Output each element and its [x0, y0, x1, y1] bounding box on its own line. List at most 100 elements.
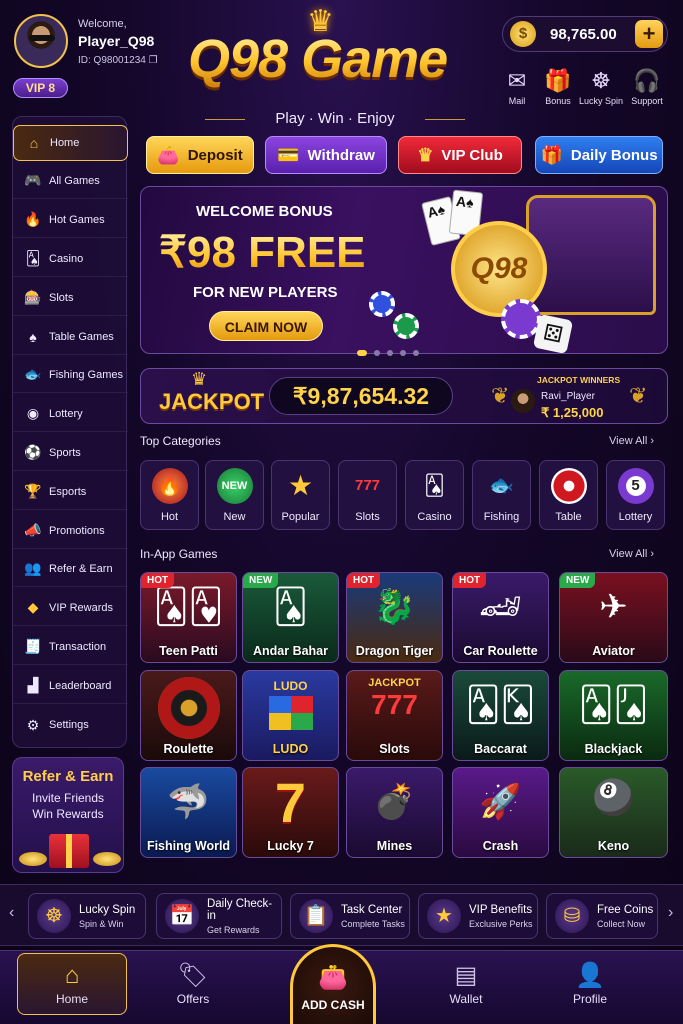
- game-baccarat[interactable]: 🂡🂮 Baccarat: [452, 670, 549, 761]
- category-lottery[interactable]: 5 Lottery: [606, 460, 665, 530]
- calendar-icon: 📅: [165, 899, 199, 933]
- poker-chip-icon: [369, 291, 395, 317]
- refer-earn-card[interactable]: Refer & Earn Invite Friends Win Rewards: [12, 757, 124, 873]
- game-aviator[interactable]: ✈ NEW Aviator: [559, 572, 668, 663]
- promo-task-center[interactable]: 📋 Task Center Complete Tasks: [290, 893, 410, 939]
- game-crash[interactable]: 🚀 Crash: [452, 767, 549, 858]
- add-cash-button[interactable]: 👛 ADD CASH: [290, 944, 376, 1024]
- roulette-icon: [550, 468, 587, 504]
- page-dot[interactable]: [400, 350, 406, 356]
- banner-subheading: FOR NEW PLAYERS: [193, 284, 338, 301]
- poker-chip-icon: [393, 313, 419, 339]
- sidebar-item-settings[interactable]: ⚙ Settings: [13, 707, 128, 743]
- category-popular[interactable]: ★ Popular: [271, 460, 330, 530]
- avatar[interactable]: [14, 14, 68, 68]
- page-dot[interactable]: [387, 350, 393, 356]
- game-fishing-world[interactable]: 🦈 Fishing World: [140, 767, 237, 858]
- badge-new: NEW: [243, 573, 279, 588]
- bomb-icon: 💣: [373, 783, 416, 821]
- home-icon: ⌂: [29, 135, 39, 151]
- sidebar-item-lottery[interactable]: ◉ Lottery: [13, 396, 128, 432]
- sidebar-item-sports[interactable]: ⚽ Sports: [13, 435, 128, 471]
- game-roulette[interactable]: Roulette: [140, 670, 237, 761]
- users-icon: 👥: [24, 560, 42, 576]
- chevron-left-icon[interactable]: ‹: [9, 904, 14, 922]
- game-slots[interactable]: JACKPOT 777 Slots: [346, 670, 443, 761]
- withdraw-button[interactable]: 💳 Withdraw: [265, 136, 387, 174]
- page-dot[interactable]: [374, 350, 380, 356]
- game-ludo[interactable]: LUDO LUDO: [242, 670, 339, 761]
- sidebar-item-vip-rewards[interactable]: ◆ VIP Rewards: [13, 590, 128, 626]
- claim-now-button[interactable]: CLAIM NOW: [209, 311, 323, 341]
- game-car-roulette[interactable]: 🏎 HOT Car Roulette: [452, 572, 549, 663]
- brand-logo: Q98 Game: [188, 28, 488, 90]
- page-dot[interactable]: [413, 350, 419, 356]
- brand-tagline: Play · Win · Enjoy: [205, 110, 465, 127]
- promo-vip-benefits[interactable]: ★ VIP Benefits Exclusive Perks: [418, 893, 538, 939]
- cards-icon: 🂡: [273, 588, 308, 626]
- gift-box-icon: [49, 834, 89, 868]
- category-casino[interactable]: 🂡 Casino: [405, 460, 464, 530]
- sidebar-item-fishing-games[interactable]: 🐟 Fishing Games: [13, 357, 128, 393]
- category-slots[interactable]: 777 Slots: [338, 460, 397, 530]
- games-view-all[interactable]: View All ›: [609, 548, 654, 560]
- wallet-icon: ▤: [454, 962, 478, 989]
- game-teen-patti[interactable]: 🂡🂱 HOT Teen Patti: [140, 572, 237, 663]
- dice-icon: ⚄: [532, 313, 574, 353]
- vip-club-button[interactable]: ♛ VIP Club: [398, 136, 522, 174]
- rocket-icon: 🚀: [479, 783, 522, 821]
- sidebar-item-all-games[interactable]: 🎮 All Games: [13, 163, 128, 199]
- support-button[interactable]: 🎧 Support: [619, 66, 675, 106]
- sidebar-item-refer-earn[interactable]: 👥 Refer & Earn: [13, 551, 128, 587]
- promo-icon: 📣: [24, 522, 42, 538]
- coin-balance[interactable]: $ 98,765.00 +: [502, 16, 668, 52]
- category-hot[interactable]: 🔥 Hot: [140, 460, 199, 530]
- jackpot-bar[interactable]: ♛ JACKPOT ₹9,87,654.32 ❦ JACKPOT WINNERS…: [140, 368, 668, 424]
- sidebar-item-transaction[interactable]: 🧾 Transaction: [13, 629, 128, 665]
- sidebar-item-slots[interactable]: 🎰 Slots: [13, 280, 128, 316]
- game-blackjack[interactable]: 🂡🂫 Blackjack: [559, 670, 668, 761]
- page-dot-active[interactable]: [357, 350, 367, 356]
- clipboard-icon: 📋: [299, 899, 333, 933]
- nav-home[interactable]: ⌂ Home: [17, 953, 127, 1015]
- diamond-icon: ◆: [27, 599, 39, 615]
- gamepad-icon: 🎮: [24, 172, 42, 188]
- sidebar-item-casino[interactable]: 🂡 Casino: [13, 241, 128, 277]
- sidebar-item-home[interactable]: ⌂ Home: [13, 125, 128, 161]
- chevron-right-icon[interactable]: ›: [668, 904, 673, 922]
- sidebar-item-esports[interactable]: 🏆 Esports: [13, 474, 128, 510]
- deposit-button[interactable]: 👛 Deposit: [146, 136, 254, 174]
- welcome-bonus-banner[interactable]: WELCOME BONUS ₹98 FREE FOR NEW PLAYERS C…: [140, 186, 668, 354]
- sidebar-item-hot-games[interactable]: 🔥 Hot Games: [13, 202, 128, 238]
- copy-icon[interactable]: ❐: [149, 55, 158, 66]
- daily-bonus-button[interactable]: 🎁 Daily Bonus: [535, 136, 663, 174]
- nav-wallet[interactable]: ▤ Wallet: [411, 960, 521, 1006]
- promo-daily-check-in[interactable]: 📅 Daily Check-in Get Rewards: [156, 893, 282, 939]
- category-new[interactable]: NEW New: [205, 460, 264, 530]
- nav-profile[interactable]: 👤 Profile: [535, 960, 645, 1006]
- game-andar-bahar[interactable]: 🂡 NEW Andar Bahar: [242, 572, 339, 663]
- sidebar-item-table-games[interactable]: ♠ Table Games: [13, 319, 128, 355]
- game-lucky-7[interactable]: 7 Lucky 7: [242, 767, 339, 858]
- game-dragon-tiger[interactable]: 🐉 HOT Dragon Tiger: [346, 572, 443, 663]
- lottery-ball-icon: 5: [617, 468, 654, 504]
- sidebar-item-leaderboard[interactable]: ▟ Leaderboard: [13, 668, 128, 704]
- game-mines[interactable]: 💣 Mines: [346, 767, 443, 858]
- categories-view-all[interactable]: View All ›: [609, 435, 654, 447]
- winner-avatar: [511, 389, 535, 413]
- star-icon: ★: [287, 470, 314, 501]
- promo-free-coins[interactable]: ⛁ Free Coins Collect Now: [546, 893, 658, 939]
- categories-title: Top Categories: [140, 434, 221, 448]
- game-keno[interactable]: 🎱 Keno: [559, 767, 668, 858]
- promo-lucky-spin[interactable]: ☸ Lucky Spin Spin & Win: [28, 893, 146, 939]
- cards-icon: 🂡🂱: [153, 588, 224, 626]
- category-table[interactable]: Table: [539, 460, 598, 530]
- nav-offers[interactable]: 🏷 Offers: [138, 960, 248, 1006]
- banner-pagination[interactable]: [357, 350, 419, 356]
- add-coins-button[interactable]: +: [635, 20, 663, 48]
- games-title: In-App Games: [140, 547, 218, 561]
- category-fishing[interactable]: 🐟 Fishing: [472, 460, 531, 530]
- sidebar-item-promotions[interactable]: 📣 Promotions: [13, 513, 128, 549]
- gift-icon: 🎁: [540, 144, 563, 165]
- slots-icon: 777: [354, 477, 381, 494]
